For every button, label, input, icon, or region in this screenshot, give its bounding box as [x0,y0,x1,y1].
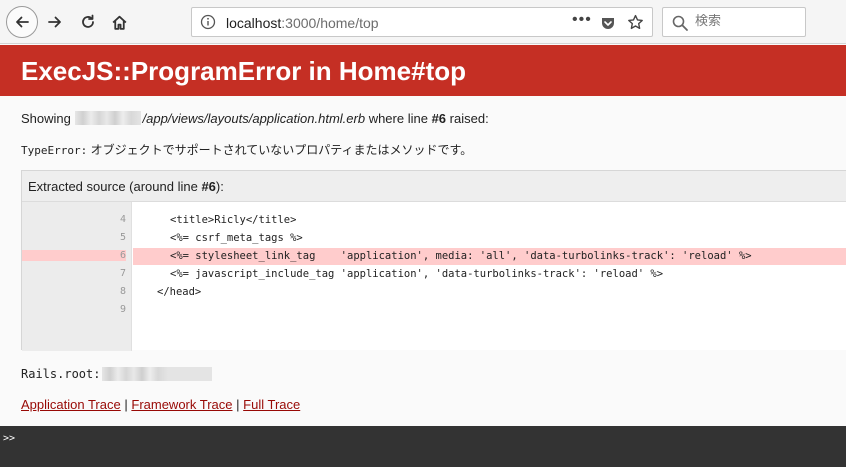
home-icon [112,15,126,30]
error-header: ExecJS::ProgramError in Home#top [0,45,846,96]
error-message: TypeError: オブジェクトでサポートされていないプロパティまたはメソッド… [21,141,472,158]
error-location: Showing /app/views/layouts/application.h… [21,111,489,126]
line-number: 5 [119,232,126,243]
forward-arrow-icon [48,16,61,28]
code-line: </head> [157,286,202,298]
rails-root: Rails.root: [21,367,214,381]
browser-toolbar: localhost:3000/home/top ••• [0,0,846,44]
search-input[interactable] [695,14,800,29]
web-console[interactable]: >> [0,426,846,467]
console-prompt: >> [3,433,16,444]
info-icon[interactable] [200,14,216,30]
line-number-highlighted: 6 [22,250,126,261]
extracted-source: Extracted source (around line #6): 4 5 6… [21,170,846,351]
back-arrow-icon [16,16,29,28]
search-icon [672,15,688,31]
full-trace-link[interactable]: Full Trace [243,397,300,412]
home-button[interactable] [104,7,134,37]
code-line-highlighted: <%= stylesheet_link_tag 'application', m… [133,248,846,265]
url-host: localhost [226,15,282,31]
trace-links: Application Trace | Framework Trace | Fu… [21,397,301,412]
line-reference: #6 [431,111,447,126]
page-actions-menu[interactable]: ••• [572,11,592,29]
code-line: <%= csrf_meta_tags %> [170,232,303,244]
line-number: 4 [119,214,126,225]
redacted-root-path [102,367,213,381]
back-button[interactable] [6,6,38,38]
error-message-text: オブジェクトでサポートされていないプロパティまたはメソッドです。 [90,143,473,157]
reload-icon [82,14,94,28]
bookmark-star-icon[interactable] [627,14,644,31]
line-number-gutter: 4 5 6 7 8 9 [22,202,132,351]
source-code: 4 5 6 7 8 9 <title>Ricly</title> <%= csr… [22,201,846,351]
line-number: 9 [119,304,126,315]
code-line: <title>Ricly</title> [170,214,297,226]
address-bar[interactable]: localhost:3000/home/top ••• [191,7,653,37]
url-text: localhost:3000/home/top [226,15,379,31]
template-path: /app/views/layouts/application.html.erb [142,111,366,126]
pocket-icon[interactable] [600,15,616,31]
code-line: <%= javascript_include_tag 'application'… [170,268,664,280]
source-caption: Extracted source (around line #6): [28,179,224,194]
reload-button[interactable] [73,7,103,37]
forward-button[interactable] [40,7,70,37]
line-number: 8 [119,286,126,297]
search-bar[interactable] [662,7,806,37]
line-number: 7 [119,268,126,279]
error-type: TypeError: [21,144,88,157]
error-title: ExecJS::ProgramError in Home#top [21,56,467,86]
url-path: :3000/home/top [281,15,379,31]
redacted-path [74,111,141,125]
framework-trace-link[interactable]: Framework Trace [131,397,232,412]
application-trace-link[interactable]: Application Trace [21,397,121,412]
